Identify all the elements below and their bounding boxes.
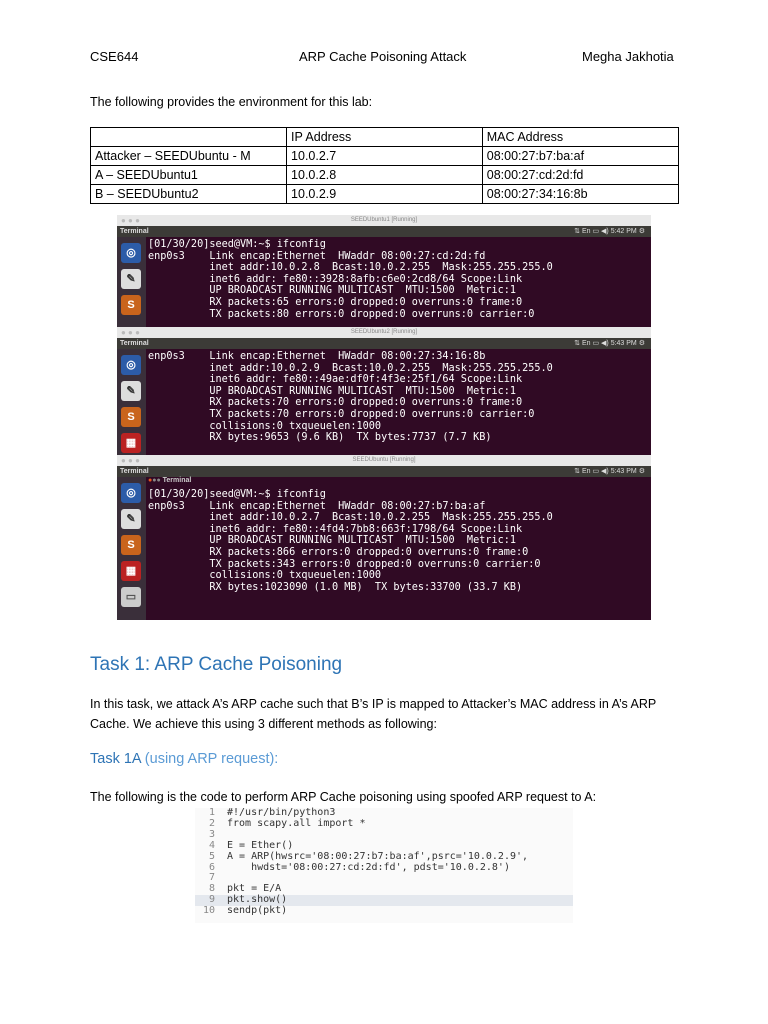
table-row: A – SEEDUbuntu1 10.0.2.8 08:00:27:cd:2d:fd [89, 165, 680, 185]
code-text: hwdst='08:00:27:cd:2d:fd', pdst='10.0.2.… [227, 861, 510, 873]
launcher: ◎ ✎ S [117, 237, 146, 327]
table-cell: 10.0.2.7 [286, 146, 483, 166]
panel-title: Terminal [120, 340, 149, 347]
code-text: pkt = E/A [227, 883, 282, 895]
task1a-subtitle: (using ARP request): [140, 751, 279, 767]
system-tray: ⇅ En ▭ ◀) 5:42 PM ⚙ [574, 228, 645, 235]
header-author: Megha Jakhotia [582, 49, 674, 64]
table-cell: 10.0.2.9 [286, 184, 483, 204]
vm-title-bar: ● ● ● SEEDUbuntu1 [Running] [117, 215, 651, 226]
table-cell: 10.0.2.8 [286, 165, 483, 185]
sublime-icon[interactable]: S [121, 295, 141, 315]
vm-title: SEEDUbuntu2 [Running] [350, 329, 418, 335]
terminal-output: [01/30/20]seed@VM:~$ ifconfig enp0s3 Lin… [148, 489, 553, 593]
header-title: ARP Cache Poisoning Attack [299, 49, 467, 64]
code-text: E = Ether() [227, 839, 294, 851]
top-panel: Terminal ⇅ En ▭ ◀) 5:43 PM ⚙ [117, 338, 651, 349]
launcher: ◎ ✎ S ▦ ▭ [117, 477, 146, 620]
clock: 5:42 PM [610, 228, 637, 235]
line-number: 10 [202, 905, 215, 917]
clock: 5:43 PM [610, 468, 637, 475]
table-cell: MAC Address [481, 127, 680, 147]
intro-text: The following provides the environment f… [90, 95, 373, 109]
task1-heading: Task 1: ARP Cache Poisoning [90, 654, 343, 675]
inner-title: Terminal [162, 477, 192, 484]
line-number: 4 [208, 839, 215, 851]
terminal-screenshot-a: ● ● ● SEEDUbuntu1 [Running] Terminal ⇅ En … [117, 215, 651, 327]
table-header-row: IP Address MAC Address [89, 127, 680, 147]
table-cell: IP Address [286, 127, 483, 147]
terminal-output: enp0s3 Link encap:Ethernet HWaddr 08:00:… [148, 351, 553, 444]
files-icon[interactable]: ▭ [121, 587, 141, 607]
task1a-text: The following is the code to perform ARP… [90, 790, 597, 804]
code-line: 10 sendp(pkt) [195, 905, 573, 917]
vm-title-bar: ● ● ● SEEDUbuntu2 [Running] [117, 327, 651, 338]
document-page: { "header":{"course":"CSE644","title":"A… [0, 0, 768, 1024]
app-icon[interactable]: ▦ [121, 433, 141, 453]
code-text: sendp(pkt) [227, 905, 288, 917]
terminal-output: [01/30/20]seed@VM:~$ ifconfig enp0s3 Lin… [148, 239, 553, 320]
vm-title: SEEDUbuntu1 [Running] [350, 217, 418, 223]
vm-title: SEEDUbuntu [Running] [352, 457, 416, 463]
table-cell: A – SEEDUbuntu1 [89, 165, 288, 185]
app-icon[interactable]: ▦ [121, 561, 141, 581]
table-row: B – SEEDUbuntu2 10.0.2.9 08:00:27:34:16:8b [89, 184, 680, 204]
table-cell: 08:00:27:34:16:8b [481, 184, 680, 204]
system-tray: ⇅ En ▭ ◀) 5:43 PM ⚙ [574, 468, 645, 475]
top-panel: Terminal ⇅ En ▭ ◀) 5:43 PM ⚙ [117, 466, 651, 477]
system-tray: ⇅ En ▭ ◀) 5:43 PM ⚙ [574, 340, 645, 347]
text-editor-icon[interactable]: ✎ [121, 269, 141, 289]
text-editor-icon[interactable]: ✎ [121, 381, 141, 401]
terminal-screenshot-b: ● ● ● SEEDUbuntu2 [Running] Terminal ⇅ En … [117, 327, 651, 455]
table-cell: B – SEEDUbuntu2 [89, 184, 288, 204]
code-screenshot: 1 #!/usr/bin/python3 2 from scapy.all impor… [195, 807, 573, 923]
code-text: #!/usr/bin/python3 [227, 807, 336, 818]
code-text: from scapy.all import * [227, 817, 366, 829]
terminal-window-title: ●●● Terminal [148, 477, 192, 484]
table-cell: 08:00:27:b7:ba:af [481, 146, 680, 166]
vm-title-bar: ● ● ● SEEDUbuntu [Running] [117, 455, 651, 466]
code-text: pkt.show() [227, 894, 288, 906]
table-cell [89, 127, 288, 147]
ubuntu-icon[interactable]: ◎ [121, 243, 141, 263]
code-text: A = ARP(hwsrc='08:00:27:b7:ba:af',psrc='… [227, 850, 529, 862]
panel-title: Terminal [120, 468, 149, 475]
table-row: Attacker – SEEDUbuntu - M 10.0.2.7 08:00:2… [89, 146, 680, 166]
line-number: 5 [208, 850, 215, 862]
top-panel: Terminal ⇅ En ▭ ◀) 5:42 PM ⚙ [117, 226, 651, 237]
environment-table: IP Address MAC Address Attacker – SEEDUbu… [89, 127, 680, 204]
code-line: 2 from scapy.all import * [195, 817, 573, 830]
clock: 5:43 PM [610, 340, 637, 347]
ubuntu-icon[interactable]: ◎ [121, 483, 141, 503]
ubuntu-icon[interactable]: ◎ [121, 355, 141, 375]
code-line: 6 hwdst='08:00:27:cd:2d:fd', pdst='10.0.… [195, 861, 573, 874]
task1a-heading: Task 1A (using ARP request): [90, 751, 278, 767]
header-course: CSE644 [90, 49, 139, 64]
sublime-icon[interactable]: S [121, 535, 141, 555]
terminal-screenshot-attacker: ● ● ● SEEDUbuntu [Running] Terminal ⇅ En ▭… [117, 455, 651, 620]
launcher: ◎ ✎ S ▦ [117, 349, 146, 455]
task1-text: In this task, we attack A’s ARP cache su… [90, 697, 657, 731]
sublime-icon[interactable]: S [121, 407, 141, 427]
table-cell: 08:00:27:cd:2d:fd [481, 165, 680, 185]
table-cell: Attacker – SEEDUbuntu - M [89, 146, 288, 166]
text-editor-icon[interactable]: ✎ [121, 509, 141, 529]
task1a-title: Task 1A [90, 751, 141, 767]
panel-title: Terminal [120, 228, 149, 235]
